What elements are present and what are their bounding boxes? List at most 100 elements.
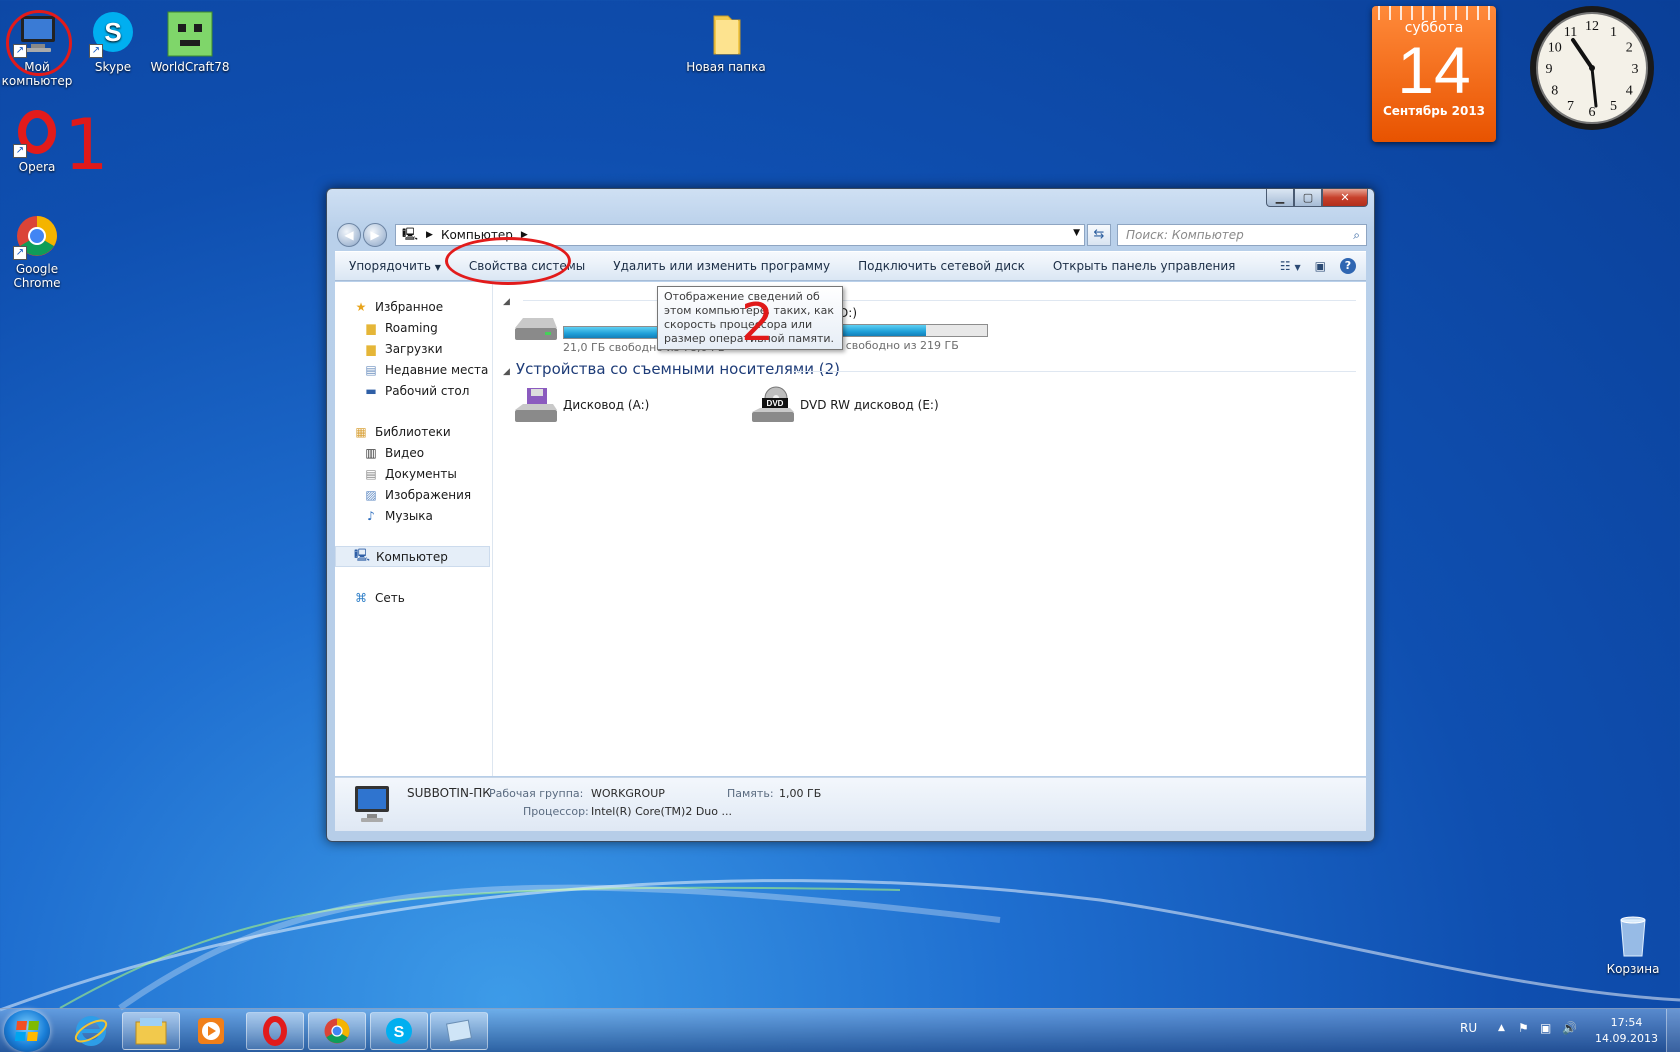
libraries-icon: ▦ (355, 424, 367, 439)
language-indicator[interactable]: RU (1460, 1021, 1477, 1035)
breadcrumb-chevron-icon: ▶ (426, 230, 433, 240)
nav-label: Недавние места (385, 362, 489, 377)
drive-e[interactable]: DVD DVD RW дисковод (E:) (748, 386, 939, 426)
details-workgroup: WORKGROUP (591, 787, 665, 800)
nav-item-roaming[interactable]: ▆ Roaming (335, 317, 492, 338)
nav-item-recent-places[interactable]: ▤ Недавние места (335, 359, 492, 380)
window-app-icon (446, 1019, 472, 1043)
forward-button[interactable]: ▶ (363, 223, 387, 247)
nav-libraries[interactable]: ▦ Библиотеки (335, 421, 492, 442)
show-hidden-icons-button[interactable]: ▲ (1498, 1023, 1505, 1033)
back-button[interactable]: ◀ (337, 223, 361, 247)
drive-a-name: Дисковод (A:) (563, 398, 650, 412)
search-input[interactable]: Поиск: Компьютер ⌕ (1117, 224, 1367, 246)
maximize-button[interactable]: ▢ (1294, 189, 1322, 207)
clock-numeral: 3 (1632, 62, 1639, 77)
desktop-icon-chrome[interactable]: ↗ Google Chrome (0, 212, 77, 290)
group-title: Устройства со съемными носителями (2) (515, 360, 840, 378)
taskbar-explorer[interactable] (122, 1012, 180, 1050)
desktop-icon-label: Новая папка (686, 60, 766, 74)
clock-numeral: 11 (1564, 25, 1577, 40)
details-memory-label: Память: (727, 787, 774, 800)
details-pane: SUBBOTIN-ПК Рабочая группа: WORKGROUP Па… (335, 777, 1366, 831)
floppy-drive-icon (511, 386, 559, 426)
taskbar-media-player[interactable] (182, 1012, 240, 1050)
nav-computer[interactable]: 🖳 Компьютер (335, 546, 490, 567)
taskbar-opera[interactable] (246, 1012, 304, 1050)
opera-icon: ↗ (13, 110, 61, 158)
network-tray-icon[interactable]: ▣ (1540, 1021, 1551, 1035)
nav-label: Компьютер (376, 549, 448, 564)
clock-numeral: 10 (1548, 41, 1562, 56)
close-icon: ✕ (1340, 191, 1350, 204)
action-center-flag-icon[interactable]: ⚑ (1518, 1021, 1529, 1035)
collapse-triangle-icon: ◢ (503, 367, 510, 377)
nav-item-music[interactable]: ♪ Музыка (335, 505, 492, 526)
nav-network[interactable]: ⌘ Сеть (335, 587, 492, 608)
desktop-icon-label: Корзина (1606, 962, 1660, 976)
clock-numeral: 5 (1610, 99, 1617, 114)
preview-pane-icon: ▣ (1314, 259, 1326, 273)
annotation-number-1: 1 (64, 104, 109, 186)
map-network-drive-button[interactable]: Подключить сетевой диск (844, 251, 1039, 281)
removable-group-header[interactable]: ◢ Устройства со съемными носителями (2) (503, 360, 840, 378)
nav-item-pictures[interactable]: ▨ Изображения (335, 484, 492, 505)
nav-label: Документы (385, 466, 457, 481)
desktop-icon-new-folder[interactable]: Новая папка (681, 10, 771, 74)
drive-a[interactable]: Дисковод (A:) (511, 386, 649, 426)
svg-text:DVD: DVD (767, 399, 784, 408)
minimize-button[interactable]: ▁ (1266, 189, 1294, 207)
preview-pane-button[interactable]: ▣ (1315, 259, 1326, 273)
clock-numeral: 9 (1546, 62, 1553, 77)
collapse-triangle-icon: ◢ (503, 297, 510, 307)
start-button[interactable] (4, 1010, 50, 1052)
view-controls: ☷ ▼ ▣ ? (1280, 258, 1366, 274)
content-pane: ◢ 21,0 ГБ свободно из 78,0 ГБ 5631 (D:) (493, 282, 1366, 776)
desktop-icon-label: Opera (18, 160, 56, 174)
details-cpu-label: Процессор: (523, 805, 589, 818)
skype-icon: S ↗ (89, 10, 137, 58)
uninstall-program-button[interactable]: Удалить или изменить программу (599, 251, 844, 281)
organize-button[interactable]: Упорядочить ▼ (335, 251, 455, 281)
change-view-button[interactable]: ☷ ▼ (1280, 259, 1301, 273)
taskbar-clock[interactable]: 17:54 14.09.2013 (1595, 1015, 1658, 1047)
chrome-icon (324, 1018, 350, 1044)
chrome-icon: ↗ (13, 212, 61, 260)
help-icon[interactable]: ? (1340, 258, 1356, 274)
desktop-icon-worldcraft[interactable]: WorldCraft78 (150, 10, 230, 74)
volume-icon[interactable]: 🔊 (1562, 1021, 1577, 1035)
show-desktop-button[interactable] (1666, 1009, 1680, 1052)
caption-buttons: ▁ ▢ ✕ (1266, 189, 1368, 207)
calendar-gadget[interactable]: суббота 14 Сентябрь 2013 (1372, 6, 1496, 142)
clock-gadget[interactable]: 12 12 3 45678 9 1011 (1528, 4, 1656, 132)
recent-places-icon: ▤ (365, 362, 377, 377)
annotation-circle-system-properties (445, 237, 571, 285)
nav-favorites[interactable]: ★ Избранное (335, 296, 492, 317)
desktop-icon-recycle-bin[interactable]: Корзина (1593, 912, 1673, 976)
computer-icon: 🖳 (354, 548, 371, 562)
nav-item-downloads[interactable]: ▆ Загрузки (335, 338, 492, 359)
nav-item-video[interactable]: ▥ Видео (335, 442, 492, 463)
clock-numeral: 2 (1626, 41, 1633, 56)
details-cpu: Intel(R) Core(TM)2 Duo ... (591, 805, 732, 818)
refresh-icon: ⇆ (1093, 227, 1105, 242)
annotation-circle-my-computer (6, 10, 72, 76)
taskbar-chrome[interactable] (308, 1012, 366, 1050)
taskbar-app[interactable] (430, 1012, 488, 1050)
nav-item-documents[interactable]: ▤ Документы (335, 463, 492, 484)
taskbar-ie[interactable] (62, 1012, 120, 1050)
internet-explorer-icon (74, 1016, 108, 1046)
nav-item-desktop[interactable]: ▬ Рабочий стол (335, 380, 492, 401)
worldcraft-icon (166, 10, 214, 58)
open-control-panel-button[interactable]: Открыть панель управления (1039, 251, 1250, 281)
search-placeholder: Поиск: Компьютер (1126, 228, 1244, 242)
explorer-window[interactable]: ▁ ▢ ✕ ◀ ▶ 🖳 ▶ Компьютер ▶ ▼ ⇆ Поиск: Ком… (326, 188, 1375, 842)
refresh-button[interactable]: ⇆ (1087, 224, 1111, 246)
close-button[interactable]: ✕ (1322, 189, 1368, 207)
calendar-rings (1372, 6, 1496, 20)
desktop-icon-skype[interactable]: S ↗ Skype (73, 10, 153, 74)
taskbar-skype[interactable]: S (370, 1012, 428, 1050)
address-dropdown-icon[interactable]: ▼ (1073, 228, 1080, 238)
desktop-icon: ▬ (365, 383, 377, 398)
minimize-icon: ▁ (1275, 191, 1285, 204)
